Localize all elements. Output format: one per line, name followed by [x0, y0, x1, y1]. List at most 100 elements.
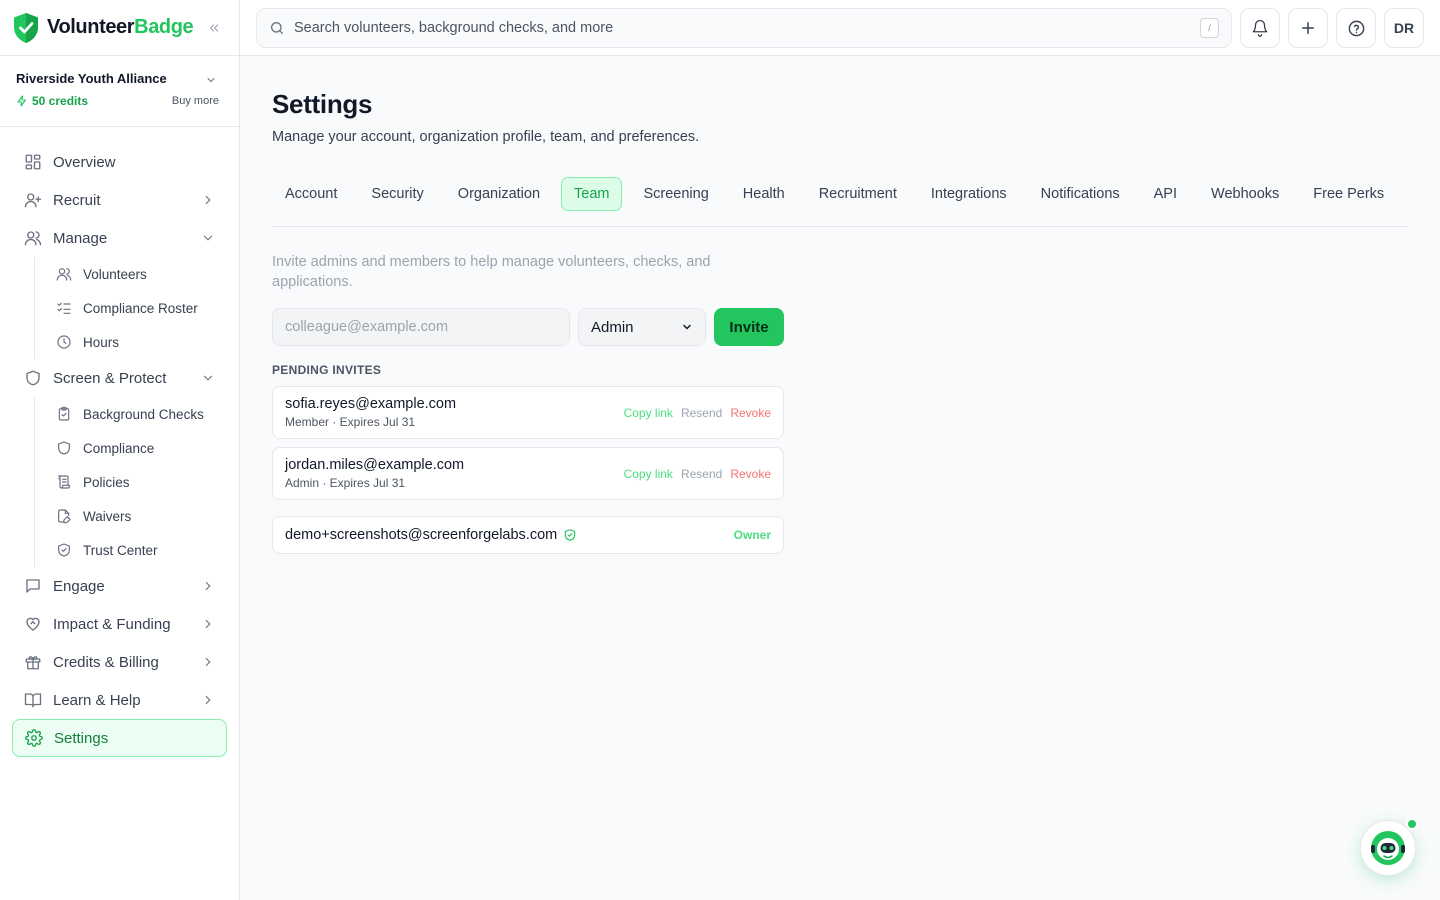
tab-notifications[interactable]: Notifications	[1028, 177, 1133, 211]
tab-security[interactable]: Security	[358, 177, 436, 211]
manage-submenu: Volunteers Compliance Roster Hours	[34, 257, 239, 359]
resend-button[interactable]: Resend	[681, 467, 722, 481]
pending-invite-row: sofia.reyes@example.com Member · Expires…	[272, 386, 784, 439]
sidebar-item-label: Learn & Help	[53, 691, 141, 709]
sidebar-item-label: Waivers	[83, 508, 132, 524]
tab-health[interactable]: Health	[730, 177, 798, 211]
message-square-icon	[26, 579, 40, 593]
sidebar-item-policies[interactable]: Policies	[35, 465, 239, 499]
user-plus-icon	[24, 193, 42, 208]
sidebar-item-compliance[interactable]: Compliance	[35, 431, 239, 465]
online-status-dot	[1406, 818, 1418, 830]
revoke-button[interactable]: Revoke	[730, 406, 771, 420]
notifications-button[interactable]	[1240, 8, 1280, 48]
sidebar-item-compliance-roster[interactable]: Compliance Roster	[35, 291, 239, 325]
tab-screening[interactable]: Screening	[630, 177, 721, 211]
sidebar-item-settings[interactable]: Settings	[12, 719, 227, 757]
shield-check-icon	[564, 529, 576, 541]
sidebar-item-label: Manage	[53, 229, 108, 247]
tab-organization[interactable]: Organization	[445, 177, 553, 211]
sidebar-item-manage[interactable]: Manage	[12, 219, 227, 257]
sidebar-item-label: Compliance	[83, 440, 155, 456]
create-new-button[interactable]	[1288, 8, 1328, 48]
sidebar-item-overview[interactable]: Overview	[12, 143, 227, 181]
search-input[interactable]	[294, 20, 1200, 36]
page-subtitle: Manage your account, organization profil…	[272, 129, 700, 145]
sidebar-item-label: Settings	[54, 729, 109, 747]
sidebar-item-label: Hours	[83, 334, 120, 350]
sidebar-item-engage[interactable]: Engage	[12, 567, 227, 605]
copy-link-button[interactable]: Copy link	[624, 406, 673, 420]
search-bar[interactable]: /	[256, 8, 1232, 48]
tab-api[interactable]: API	[1141, 177, 1190, 211]
chevron-down-icon[interactable]	[205, 74, 217, 86]
pending-invite-row: jordan.miles@example.com Admin · Expires…	[272, 447, 784, 500]
chevron-down-icon	[683, 324, 691, 330]
sidebar-item-trust-center[interactable]: Trust Center	[35, 533, 239, 567]
file-pen-icon	[58, 509, 71, 524]
sidebar-item-label: Compliance Roster	[83, 300, 198, 316]
list-checks-icon	[57, 302, 71, 314]
chevron-down-icon	[203, 375, 213, 381]
chevron-right-icon	[205, 581, 211, 591]
tab-recruitment[interactable]: Recruitment	[806, 177, 910, 211]
sidebar-item-volunteers[interactable]: Volunteers	[35, 257, 239, 291]
brand-name: VolunteerBadge	[47, 16, 194, 38]
user-avatar-button[interactable]: DR	[1384, 8, 1424, 48]
search-icon	[271, 22, 283, 34]
gift-icon	[25, 656, 41, 670]
sidebar-item-label: Recruit	[53, 191, 101, 209]
sidebar-item-impact-funding[interactable]: Impact & Funding	[12, 605, 227, 643]
copy-link-button[interactable]: Copy link	[624, 467, 673, 481]
chevron-right-icon	[205, 195, 211, 205]
buy-more-link[interactable]: Buy more	[172, 95, 219, 107]
sidebar-item-label: Background Checks	[83, 406, 204, 422]
revoke-button[interactable]: Revoke	[730, 467, 771, 481]
chevron-right-icon	[205, 695, 211, 705]
gear-icon	[25, 729, 43, 747]
sidebar-item-hours[interactable]: Hours	[35, 325, 239, 359]
sidebar-item-waivers[interactable]: Waivers	[35, 499, 239, 533]
users-icon	[56, 268, 72, 281]
invite-meta: Member · Expires Jul 31	[285, 415, 416, 429]
sidebar-item-background-checks[interactable]: Background Checks	[35, 397, 239, 431]
resend-button[interactable]: Resend	[681, 406, 722, 420]
sidebar-item-credits-billing[interactable]: Credits & Billing	[12, 643, 227, 681]
invite-button[interactable]: Invite	[714, 308, 784, 346]
sidebar-item-label: Trust Center	[83, 542, 158, 558]
team-description: Invite admins and members to help manage…	[272, 254, 711, 290]
tab-free-perks[interactable]: Free Perks	[1300, 177, 1397, 211]
sidebar-item-recruit[interactable]: Recruit	[12, 181, 227, 219]
sidebar-item-label: Screen & Protect	[53, 369, 167, 387]
sidebar-item-label: Overview	[53, 153, 116, 171]
chevron-right-icon	[205, 657, 211, 667]
team-member-row: demo+screenshots@screenforgelabs.com Own…	[272, 516, 784, 554]
tab-account[interactable]: Account	[272, 177, 350, 211]
role-select-value: Admin	[591, 318, 634, 336]
sidebar-item-screen-protect[interactable]: Screen & Protect	[12, 359, 227, 397]
tab-webhooks[interactable]: Webhooks	[1198, 177, 1292, 211]
tab-integrations[interactable]: Integrations	[918, 177, 1020, 211]
plus-icon	[1302, 22, 1314, 34]
tab-team[interactable]: Team	[561, 177, 623, 211]
sidebar-nav: Overview Recruit Manage Volunteers Compl…	[0, 127, 239, 757]
sidebar-item-label: Policies	[83, 474, 130, 490]
clock-icon	[57, 335, 71, 349]
chevrons-left-icon[interactable]	[207, 21, 221, 35]
sidebar-item-label: Impact & Funding	[53, 615, 171, 633]
shield-icon	[26, 370, 40, 386]
invite-email-input[interactable]	[272, 308, 570, 346]
sidebar: VolunteerBadge Riverside Youth Alliance …	[0, 0, 240, 900]
book-open-icon	[24, 693, 42, 708]
brand: VolunteerBadge	[0, 0, 239, 56]
chevron-down-icon	[203, 235, 213, 241]
shield-icon	[58, 441, 70, 455]
bell-icon	[1252, 19, 1268, 37]
role-select[interactable]: Admin	[578, 308, 706, 346]
help-button[interactable]	[1336, 8, 1376, 48]
search-shortcut-hint: /	[1200, 18, 1219, 38]
zap-icon	[17, 95, 27, 107]
heart-handshake-icon	[26, 617, 40, 631]
org-switcher[interactable]: Riverside Youth Alliance 50 credits Buy …	[0, 56, 239, 127]
sidebar-item-learn-help[interactable]: Learn & Help	[12, 681, 227, 719]
